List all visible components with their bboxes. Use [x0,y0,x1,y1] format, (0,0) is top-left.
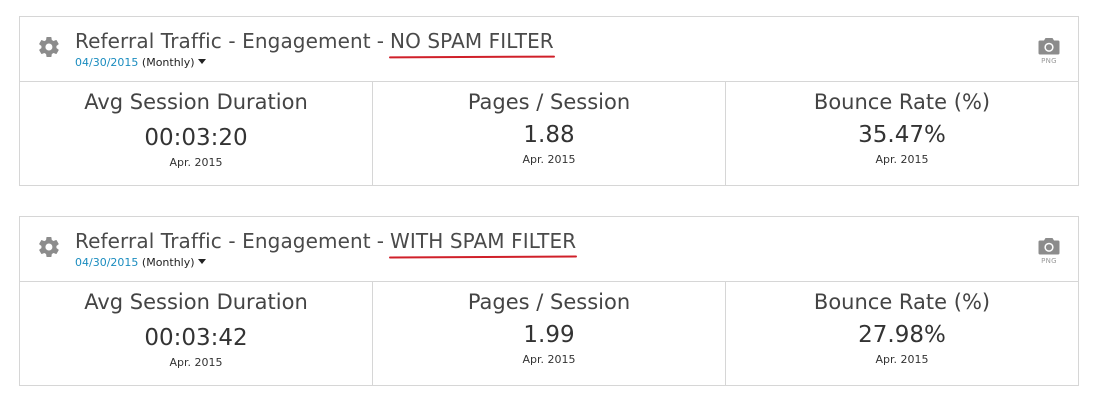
title-separator: - [376,229,385,253]
metric-label: Bounce Rate (%) [813,290,991,314]
caret-down-icon [197,259,206,264]
date-link[interactable]: 04/30/2015 [75,256,138,269]
png-label: PNG [1041,57,1057,65]
metric-avg-session-duration: Avg Session Duration 00:03:20 Apr. 2015 [20,82,373,185]
metric-value: 35.47% [858,122,946,148]
title-filter-highlight: NO SPAM FILTER [390,29,554,53]
title-separator: - [376,29,385,53]
gear-icon[interactable] [37,35,61,59]
metric-date: Apr. 2015 [169,356,223,369]
metric-date: Apr. 2015 [875,153,929,166]
date-link[interactable]: 04/30/2015 [75,56,138,69]
export-png-button[interactable]: PNG [1036,37,1062,65]
camera-icon [1038,38,1060,55]
metric-value: 1.88 [523,122,575,148]
metric-avg-session-duration: Avg Session Duration 00:03:42 Apr. 2015 [20,282,373,385]
period-dropdown[interactable]: (Monthly) [142,56,206,69]
title-prefix: Referral Traffic - Engagement [75,29,371,53]
engagement-widget-no-spam-filter: Referral Traffic - Engagement - NO SPAM FI… [19,16,1079,186]
metric-bounce-rate: Bounce Rate (%) 35.47% Apr. 2015 [726,82,1078,185]
metric-value: 00:03:42 [144,325,248,351]
metrics-row: Avg Session Duration 00:03:20 Apr. 2015 … [20,82,1078,185]
metrics-row: Avg Session Duration 00:03:42 Apr. 2015 … [20,282,1078,385]
metric-value: 1.99 [523,322,575,348]
camera-icon [1038,238,1060,255]
metric-label: Pages / Session [467,290,631,314]
date-selector: 04/30/2015 (Monthly) [75,256,206,269]
metric-date: Apr. 2015 [522,353,576,366]
title-prefix: Referral Traffic - Engagement [75,229,371,253]
period-dropdown[interactable]: (Monthly) [142,256,206,269]
export-png-button[interactable]: PNG [1036,237,1062,265]
metric-label: Bounce Rate (%) [813,90,991,114]
gear-icon[interactable] [37,235,61,259]
metric-bounce-rate: Bounce Rate (%) 27.98% Apr. 2015 [726,282,1078,385]
period-label: (Monthly) [141,256,195,269]
metric-pages-per-session: Pages / Session 1.88 Apr. 2015 [373,82,726,185]
period-label: (Monthly) [141,56,195,69]
metric-value: 00:03:20 [144,125,248,151]
widget-header: Referral Traffic - Engagement - NO SPAM FI… [20,17,1078,82]
widget-title: Referral Traffic - Engagement - WITH SPAM … [75,229,576,253]
metric-date: Apr. 2015 [522,153,576,166]
metric-label: Avg Session Duration [84,290,308,314]
title-filter-highlight: WITH SPAM FILTER [390,229,577,253]
caret-down-icon [197,59,206,64]
metric-date: Apr. 2015 [169,156,223,169]
widget-header: Referral Traffic - Engagement - WITH SPAM … [20,217,1078,282]
metric-pages-per-session: Pages / Session 1.99 Apr. 2015 [373,282,726,385]
widget-title: Referral Traffic - Engagement - NO SPAM FI… [75,29,554,53]
metric-value: 27.98% [858,322,946,348]
metric-label: Pages / Session [467,90,631,114]
metric-label: Avg Session Duration [84,90,308,114]
date-selector: 04/30/2015 (Monthly) [75,56,206,69]
metric-date: Apr. 2015 [875,353,929,366]
png-label: PNG [1041,257,1057,265]
engagement-widget-with-spam-filter: Referral Traffic - Engagement - WITH SPAM … [19,216,1079,386]
